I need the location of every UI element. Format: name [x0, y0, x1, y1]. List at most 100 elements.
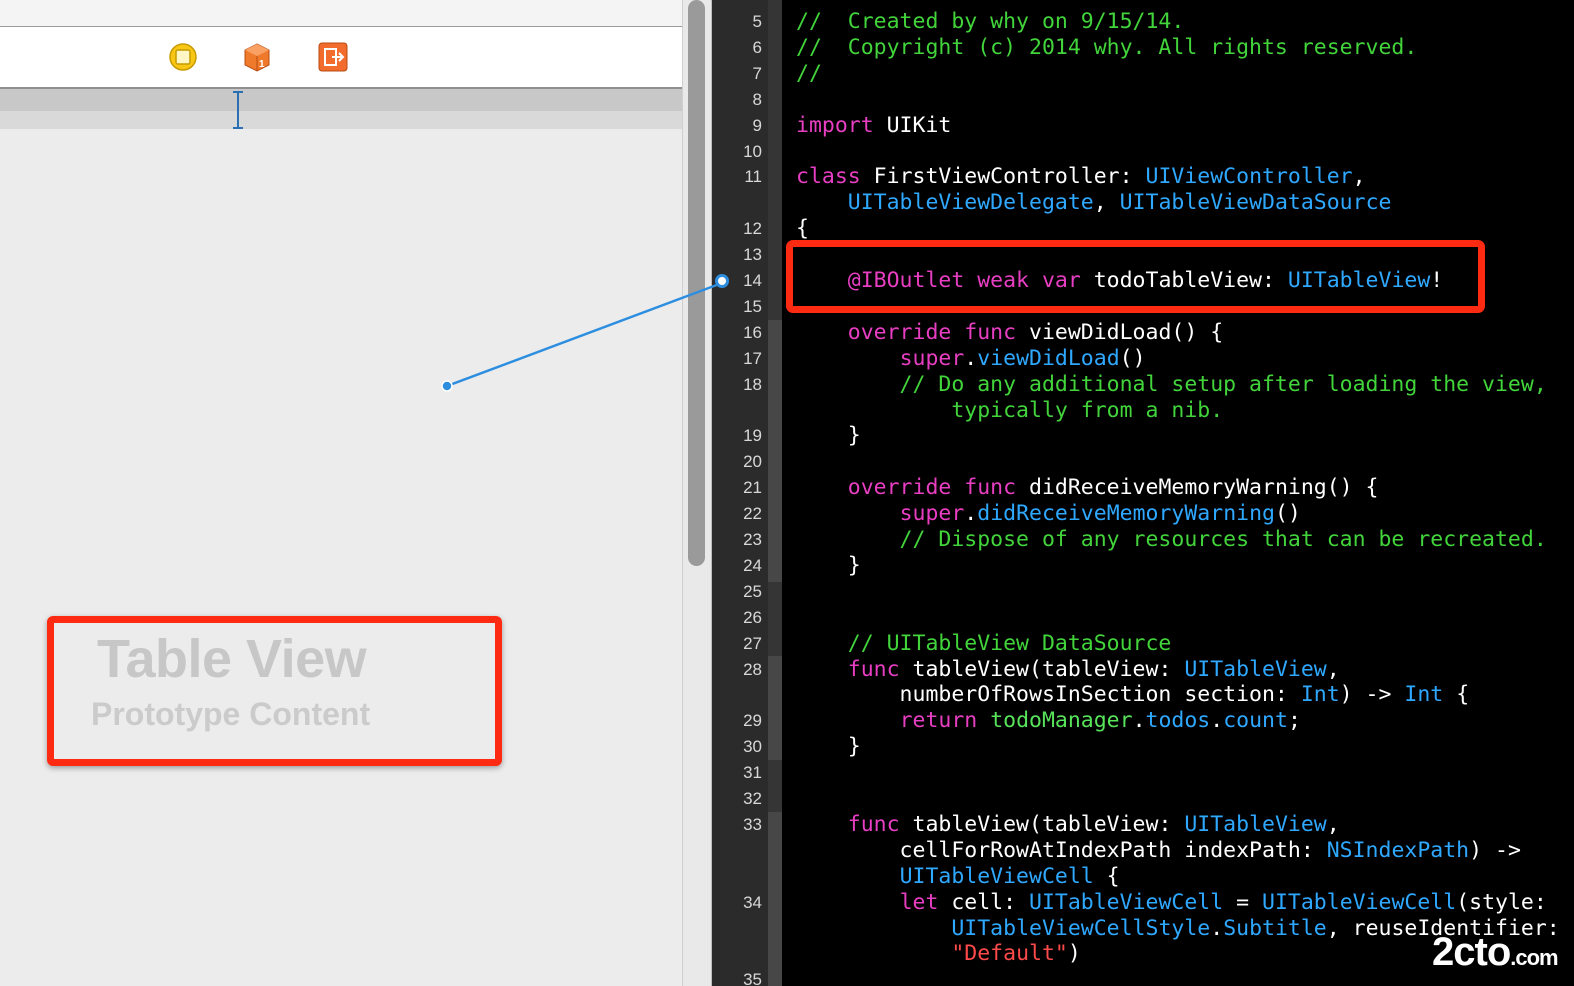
code-token: Int [1404, 682, 1444, 708]
line-number: 9 [752, 115, 762, 135]
code-token: let [899, 889, 939, 915]
line-number: 19 [743, 426, 762, 446]
line-number: 26 [743, 607, 762, 627]
code-token: return [899, 708, 978, 734]
outlet-connection-dot[interactable] [715, 274, 729, 288]
first-responder-icon[interactable]: 1 [242, 42, 272, 72]
code-token: . [964, 345, 978, 371]
code-token: , [1093, 190, 1120, 216]
code-token: ) [1067, 941, 1081, 967]
code-line[interactable]: func tableView(tableView: UITableView, [796, 812, 1340, 838]
code-line[interactable]: import UIKit [796, 113, 951, 139]
code-token: . [1132, 708, 1146, 734]
code-token: . [1210, 915, 1224, 941]
code-line[interactable]: override func viewDidLoad() { [796, 320, 1223, 346]
code-line[interactable]: override func didReceiveMemoryWarning() … [796, 475, 1379, 501]
code-token: Int [1300, 682, 1340, 708]
line-number: 29 [743, 711, 762, 731]
code-editor[interactable]: 5 6 7 8 9 10 11 12 13 14 15 16 17 18 19 20 21 22 23 24 25 26 2… [712, 0, 1574, 986]
line-number: 6 [752, 37, 762, 57]
code-token: { [1443, 682, 1470, 708]
code-token: ; [1287, 708, 1301, 734]
code-line[interactable]: let cell: UITableViewCell = UITableViewC… [796, 890, 1547, 916]
code-token: , [1326, 811, 1340, 837]
code-token: UITableViewCell [899, 863, 1094, 889]
code-line[interactable]: } [796, 734, 861, 760]
scene-dock: 1 [0, 27, 682, 89]
code-line[interactable]: // Copyright (c) 2014 why. All rights re… [796, 35, 1417, 61]
code-token: viewDidLoad() { [1016, 319, 1224, 345]
code-token: UITableViewCell [1029, 889, 1224, 915]
text-cursor-icon [233, 91, 243, 129]
code-token: } [796, 734, 861, 760]
line-number: 11 [744, 167, 762, 187]
line-number: 5 [752, 12, 762, 31]
line-number: 15 [743, 296, 762, 316]
line-number: 31 [743, 763, 762, 783]
code-line[interactable]: numberOfRowsInSection section: Int) -> I… [796, 682, 1470, 708]
canvas-scrollbar-thumb[interactable] [688, 0, 705, 566]
code-line[interactable]: // Do any additional setup after loading… [796, 372, 1547, 398]
code-token: todoManager [990, 708, 1133, 734]
table-view-highlight-box [47, 616, 502, 766]
code-line[interactable]: super.viewDidLoad() [796, 346, 1146, 372]
code-token: UITableViewDelegate [847, 190, 1094, 216]
code-token: { [796, 216, 809, 242]
code-token: tableView(tableView: [899, 656, 1185, 682]
code-line[interactable]: } [796, 553, 861, 579]
code-token: import [796, 112, 874, 138]
view-controller-icon[interactable] [168, 42, 198, 72]
exit-icon[interactable] [318, 42, 348, 72]
code-line[interactable]: cellForRowAtIndexPath indexPath: NSIndex… [796, 838, 1521, 864]
code-token: // [796, 60, 822, 86]
canvas-top-band [0, 0, 682, 27]
line-number: 28 [743, 659, 762, 679]
code-line[interactable]: "Default") [796, 941, 1081, 967]
code-line[interactable]: { [796, 216, 809, 242]
line-number: 34 [743, 892, 762, 912]
code-line[interactable]: // Created by why on 9/15/14. [796, 9, 1184, 35]
code-token: . [964, 501, 978, 527]
line-number: 17 [743, 348, 762, 368]
code-line[interactable]: // [796, 61, 822, 87]
code-token: UITableViewCellStyle [951, 915, 1211, 941]
code-line[interactable]: UITableViewCell { [796, 864, 1120, 890]
code-text[interactable]: // Created by why on 9/15/14.// Copyrigh… [796, 0, 1574, 986]
code-line[interactable]: class FirstViewController: UIViewControl… [796, 164, 1366, 190]
code-line[interactable]: func tableView(tableView: UITableView, [796, 657, 1340, 683]
code-token: numberOfRowsInSection section: [796, 682, 1301, 708]
code-token: , [1326, 656, 1340, 682]
line-number: 10 [743, 141, 762, 161]
fold-ribbon-segment[interactable] [768, 812, 782, 986]
fold-ribbon-segment[interactable] [768, 320, 782, 582]
code-line[interactable]: super.didReceiveMemoryWarning() [796, 501, 1301, 527]
code-line[interactable]: typically from a nib. [796, 398, 1223, 424]
code-line[interactable]: } [796, 423, 861, 449]
interface-builder-canvas[interactable]: 1 Table View Prototype Content [0, 0, 682, 986]
code-token: FirstViewController: [860, 164, 1146, 190]
code-token: // Do any additional setup after loading… [796, 371, 1547, 397]
code-token: (style: [1456, 889, 1547, 915]
line-number: 30 [743, 737, 762, 757]
code-token: count [1223, 708, 1288, 734]
fold-ribbon-segment[interactable] [768, 656, 782, 760]
code-line[interactable]: // Dispose of any resources that can be … [796, 527, 1547, 553]
code-token: typically from a nib. [796, 397, 1224, 423]
code-line[interactable]: UITableViewDelegate, UITableViewDataSour… [796, 190, 1392, 216]
code-line[interactable]: return todoManager.todos.count; [796, 708, 1301, 734]
code-token: func [847, 811, 900, 837]
svg-text:1: 1 [259, 59, 265, 70]
code-line[interactable]: // UITableView DataSource [796, 631, 1172, 657]
code-token: } [796, 423, 861, 449]
code-token: UIKit [873, 112, 952, 138]
code-token: , [1352, 164, 1366, 190]
